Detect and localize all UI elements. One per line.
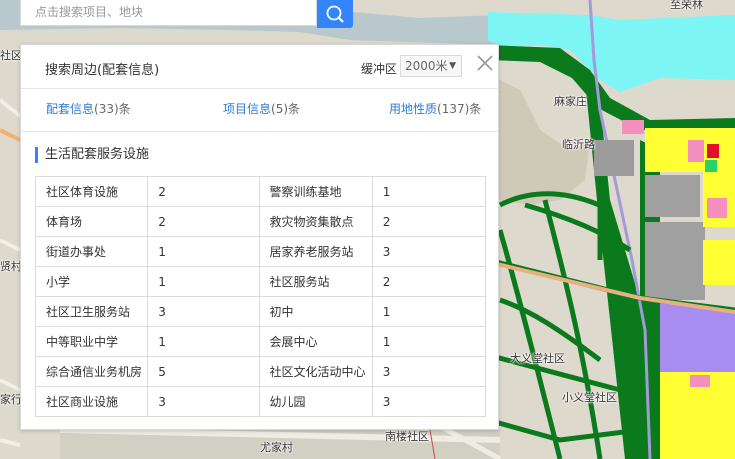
facility-count: 2 (371, 206, 487, 237)
facility-count: 3 (371, 356, 487, 387)
facility-count: 1 (371, 296, 487, 327)
table-row: 体育场 2 救灾物资集散点 2 (34, 206, 487, 237)
facility-count: 2 (147, 176, 260, 207)
tab-land-use[interactable]: 用地性质(137)条 (389, 100, 481, 117)
buffer-label: 缓冲区 (361, 62, 398, 76)
facility-count: 5 (147, 356, 260, 387)
facility-name: 幼儿园 (258, 386, 373, 417)
map-label: 至荣林 (670, 0, 703, 11)
facility-name: 社区商业设施 (34, 386, 149, 417)
table-row: 街道办事处 1 居家养老服务站 3 (34, 236, 487, 267)
facility-count: 3 (147, 386, 260, 417)
close-button[interactable] (475, 53, 495, 73)
facility-name: 中等职业中学 (34, 326, 149, 357)
tab-label: 用地性质 (389, 102, 438, 116)
panel-title: 搜索周边(配套信息) (45, 63, 160, 78)
map-label: 临沂路 (562, 138, 595, 151)
facility-name: 会展中心 (258, 326, 373, 357)
table-row: 综合通信业务机房 5 社区文化活动中心 3 (34, 356, 487, 387)
tab-count: (5)条 (271, 102, 301, 116)
tab-project-info[interactable]: 项目信息(5)条 (223, 100, 300, 117)
facility-name: 居家养老服务站 (258, 236, 373, 267)
facility-count: 1 (147, 236, 260, 267)
table-row: 中等职业中学 1 会展中心 1 (34, 326, 487, 357)
map-label: 社区 (0, 49, 22, 62)
map-label: 小义堂社区 (562, 391, 617, 404)
search-input[interactable] (21, 0, 315, 24)
facility-name: 体育场 (34, 206, 149, 237)
divider (21, 88, 498, 89)
facility-name: 社区文化活动中心 (258, 356, 373, 387)
tab-count: (137)条 (437, 102, 482, 116)
facility-count: 3 (147, 296, 260, 327)
tab-peitao-info[interactable]: 配套信息(33)条 (46, 100, 131, 117)
facility-count: 3 (371, 386, 487, 417)
facility-count: 1 (147, 266, 260, 297)
table-row: 社区卫生服务站 3 初中 1 (34, 296, 487, 327)
facility-name: 警察训练基地 (258, 176, 373, 207)
search-icon (326, 5, 344, 23)
table-row: 社区体育设施 2 警察训练基地 1 (34, 176, 487, 207)
facility-count: 1 (147, 326, 260, 357)
facility-table: 社区体育设施 2 警察训练基地 1 体育场 2 救灾物资集散点 2 街道办事处 1 居家养老服务站 3… (34, 176, 487, 417)
map-label: 大义堂社区 (510, 352, 565, 365)
facility-name: 社区体育设施 (34, 176, 149, 207)
caret-down-icon: ▼ (449, 61, 456, 71)
search-button[interactable] (317, 0, 353, 28)
tab-label: 配套信息 (46, 102, 95, 116)
tab-count: (33)条 (94, 102, 131, 116)
facility-count: 2 (147, 206, 260, 237)
facility-count: 1 (371, 176, 487, 207)
map-label: 尤家村 (260, 441, 293, 454)
facility-name: 小学 (34, 266, 149, 297)
table-row: 社区商业设施 3 幼儿园 3 (34, 386, 487, 417)
search-bar (20, 0, 317, 26)
facility-count: 1 (371, 326, 487, 357)
facility-count: 2 (371, 266, 487, 297)
buffer-select-value: 2000米 (405, 59, 448, 73)
nearby-search-panel: 搜索周边(配套信息) 缓冲区 2000米 ▼ 配套信息(33)条 项目信息(5)… (20, 44, 499, 430)
map-label: 南楼社区 (385, 430, 429, 443)
buffer-select[interactable]: 2000米 ▼ (400, 55, 462, 77)
section-title: 生活配套服务设施 (35, 147, 149, 163)
facility-name: 初中 (258, 296, 373, 327)
facility-name: 社区服务站 (258, 266, 373, 297)
divider (21, 131, 498, 132)
facility-name: 救灾物资集散点 (258, 206, 373, 237)
tab-label: 项目信息 (223, 102, 272, 116)
map-label: 麻家庄 (554, 95, 587, 108)
facility-name: 街道办事处 (34, 236, 149, 267)
facility-name: 综合通信业务机房 (34, 356, 149, 387)
table-row: 小学 1 社区服务站 2 (34, 266, 487, 297)
facility-count: 3 (371, 236, 487, 267)
facility-name: 社区卫生服务站 (34, 296, 149, 327)
map-label: 家行 (0, 393, 22, 406)
map-label: 贤村 (0, 260, 22, 273)
close-icon (477, 55, 493, 71)
